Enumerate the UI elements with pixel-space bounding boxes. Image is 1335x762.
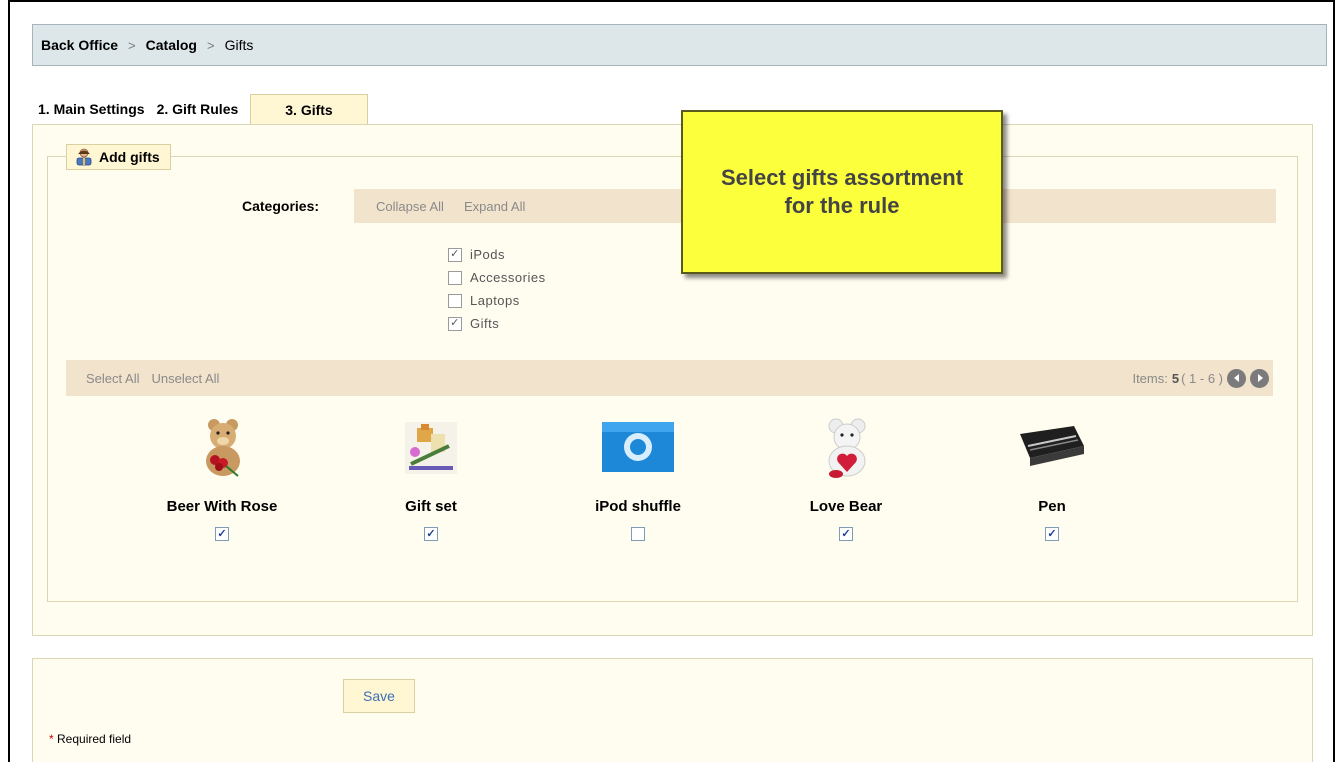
required-field-note: * Required field — [49, 732, 131, 746]
collapse-all-link[interactable]: Collapse All — [376, 199, 444, 214]
pen-case-icon — [1020, 426, 1084, 466]
add-gifts-legend: Add gifts — [66, 144, 171, 170]
product-card: Gift set ✓ — [331, 416, 531, 541]
tab-bar: 1. Main Settings 2. Gift Rules 3. Gifts — [32, 94, 368, 124]
product-name: Love Bear — [809, 498, 883, 515]
product-card: Pen ✓ — [952, 416, 1152, 541]
product-checkbox-love-bear[interactable]: ✓ — [839, 527, 853, 541]
tab-main-settings[interactable]: 1. Main Settings — [32, 94, 151, 124]
expand-all-link[interactable]: Expand All — [464, 199, 525, 214]
next-page-icon[interactable] — [1250, 368, 1269, 388]
user-gift-icon — [76, 148, 92, 166]
love-bear-icon — [828, 418, 866, 478]
category-checkbox-ipods[interactable]: ✓ — [448, 247, 462, 262]
product-checkbox-pen[interactable]: ✓ — [1045, 527, 1059, 541]
breadcrumb-separator-icon: > — [128, 37, 136, 53]
selection-toolbar: Select All Unselect All Items: 5 ( 1 - 6… — [66, 360, 1273, 396]
category-item: ✓ iPods — [448, 243, 546, 266]
window-frame-left — [8, 0, 10, 762]
form-footer-panel: Save * Required field — [32, 658, 1313, 762]
pagination-info: Items: 5 ( 1 - 6 ) — [1132, 360, 1269, 396]
product-checkbox-gift-set[interactable]: ✓ — [424, 527, 438, 541]
product-card: Beer With Rose ✓ — [122, 416, 322, 541]
required-label: Required field — [57, 732, 132, 746]
category-checkbox-accessories[interactable] — [448, 270, 462, 285]
category-tree: ✓ iPods Accessories Laptops ✓ Gifts — [448, 243, 546, 335]
product-card: Love Bear ✓ — [746, 416, 946, 541]
category-item: Laptops — [448, 289, 546, 312]
product-card: iPod shuffle — [538, 416, 738, 541]
category-item: ✓ Gifts — [448, 312, 546, 335]
product-checkbox-ipod-shuffle[interactable] — [631, 527, 645, 541]
ipod-shuffle-icon — [602, 422, 674, 472]
teddy-bear-rose-icon — [206, 419, 240, 477]
save-button[interactable]: Save — [343, 679, 415, 713]
category-label: Gifts — [470, 316, 500, 331]
breadcrumb-gifts: Gifts — [224, 37, 254, 53]
required-star: * — [49, 732, 54, 746]
product-name: Gift set — [405, 498, 457, 515]
breadcrumb-catalog[interactable]: Catalog — [146, 37, 197, 53]
product-name: iPod shuffle — [595, 498, 681, 515]
category-label: Accessories — [470, 270, 546, 285]
instruction-callout: Select gifts assortment for the rule — [681, 110, 1003, 274]
items-range: ( 1 - 6 ) — [1181, 370, 1223, 386]
category-item: Accessories — [448, 266, 546, 289]
tab-gift-rules[interactable]: 2. Gift Rules — [151, 94, 245, 124]
items-count: 5 — [1171, 370, 1180, 386]
category-checkbox-laptops[interactable] — [448, 293, 462, 308]
unselect-all-link[interactable]: Unselect All — [151, 371, 219, 386]
breadcrumb-separator-icon: > — [206, 37, 215, 53]
breadcrumb: Back Office > Catalog > Gifts — [32, 24, 1327, 66]
add-gifts-label: Add gifts — [99, 149, 160, 165]
prev-page-icon[interactable] — [1227, 368, 1246, 388]
tab-gifts[interactable]: 3. Gifts — [250, 94, 368, 124]
categories-label: Categories: — [242, 198, 320, 214]
gift-set-icon — [405, 422, 457, 474]
window-frame-top — [8, 0, 1335, 2]
items-label: Items: — [1132, 370, 1168, 386]
category-label: iPods — [470, 247, 506, 262]
product-name: Pen — [1038, 498, 1066, 515]
product-name: Beer With Rose — [166, 498, 278, 515]
select-all-link[interactable]: Select All — [86, 371, 139, 386]
breadcrumb-back-office[interactable]: Back Office — [41, 37, 118, 53]
category-label: Laptops — [470, 293, 520, 308]
category-checkbox-gifts[interactable]: ✓ — [448, 316, 462, 331]
product-checkbox-beer-with-rose[interactable]: ✓ — [215, 527, 229, 541]
